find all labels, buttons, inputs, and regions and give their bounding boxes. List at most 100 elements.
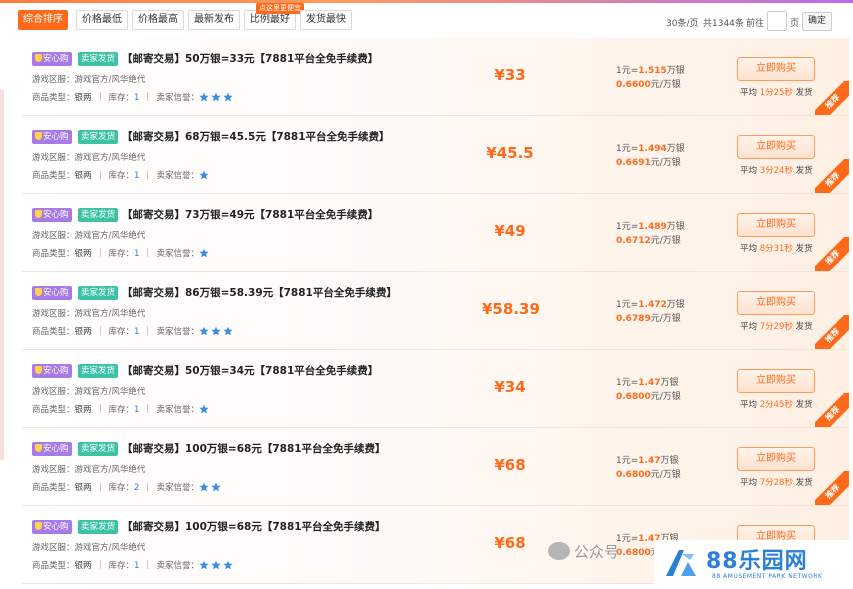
listing-title[interactable]: 【邮寄交易】50万银=34元【7881平台全免手续费】 bbox=[122, 364, 378, 378]
server-info: 游戏区服：游戏官方/风华绝代 bbox=[32, 231, 146, 241]
seller-ship-badge: 卖家发货 bbox=[78, 442, 119, 456]
rate-value: 1.494 bbox=[638, 144, 667, 154]
listing-title[interactable]: 【邮寄交易】68万银=45.5元【7881平台全免手续费】 bbox=[122, 130, 390, 144]
star-icon bbox=[223, 92, 233, 102]
listing-row[interactable]: 安心购 卖家发货 【邮寄交易】50万银=34元【7881平台全免手续费】 游戏区服：游… bbox=[22, 350, 849, 428]
listing-row[interactable]: 安心购 卖家发货 【邮寄交易】73万银=49元【7881平台全免手续费】 游戏区服：游… bbox=[22, 194, 849, 272]
server-info: 游戏区服：游戏官方/风华绝代 bbox=[32, 543, 146, 553]
seller-ship-badge: 卖家发货 bbox=[78, 364, 119, 378]
server-value: 游戏官方/风华绝代 bbox=[74, 309, 146, 319]
star-icon bbox=[211, 482, 221, 492]
stock-value: 1 bbox=[134, 561, 140, 571]
divider bbox=[99, 560, 101, 569]
divider bbox=[147, 482, 149, 491]
stock-value: 1 bbox=[134, 171, 140, 181]
seller-credit-stars bbox=[199, 326, 235, 337]
recommend-ribbon: 推荐 bbox=[815, 81, 849, 115]
shield-icon bbox=[35, 54, 42, 62]
promo-tag: 点这里更便宜 bbox=[256, 3, 304, 14]
safe-purchase-badge: 安心购 bbox=[32, 208, 72, 222]
star-icon bbox=[199, 404, 209, 414]
listing-row[interactable]: 安心购 卖家发货 【邮寄交易】100万银=68元【7881平台全免手续费】 游戏区服：… bbox=[22, 428, 849, 506]
buy-now-button[interactable]: 立即购买 bbox=[737, 447, 815, 471]
buy-now-button[interactable]: 立即购买 bbox=[737, 135, 815, 159]
divider bbox=[99, 404, 101, 413]
stock-value: 1 bbox=[134, 327, 140, 337]
shield-icon bbox=[35, 444, 42, 452]
item-type-value: 银两 bbox=[74, 327, 92, 337]
shield-icon bbox=[35, 132, 42, 140]
exchange-rate: 1元=1.47万银0.6800元/万银 bbox=[616, 456, 681, 480]
divider bbox=[99, 482, 101, 491]
seller-ship-badge: 卖家发货 bbox=[78, 520, 119, 534]
rate-value: 1.472 bbox=[638, 300, 667, 310]
buy-now-button[interactable]: 立即购买 bbox=[737, 57, 815, 81]
avg-ship-time: 平均 8分31秒 发货 bbox=[740, 244, 813, 254]
seller-credit-stars bbox=[199, 482, 223, 493]
unit-price-value: 0.6800 bbox=[616, 392, 651, 402]
item-type-value: 银两 bbox=[74, 405, 92, 415]
listing-title[interactable]: 【邮寄交易】100万银=68元【7881平台全免手续费】 bbox=[122, 442, 386, 456]
total-count: 共1344条 bbox=[703, 19, 744, 29]
divider bbox=[99, 170, 101, 179]
star-icon bbox=[211, 326, 221, 336]
unit-price-value: 0.6691 bbox=[616, 158, 651, 168]
unit-price-value: 0.6800 bbox=[616, 470, 651, 480]
listing-row[interactable]: 安心购 卖家发货 【邮寄交易】68万银=45.5元【7881平台全免手续费】 游戏区服… bbox=[22, 116, 849, 194]
logo-mark-icon bbox=[666, 550, 696, 576]
rate-value: 1.515 bbox=[638, 66, 667, 76]
wechat-watermark: 公众号 bbox=[548, 541, 619, 562]
sort-toolbar: 综合排序 价格最低 价格最高 最新发布 比例最好 点这里更便宜 发货最快 30条… bbox=[0, 3, 853, 37]
item-meta: 商品类型：银两 库存：1 卖家信誉： bbox=[32, 91, 235, 103]
seller-credit-stars bbox=[199, 248, 211, 259]
star-icon bbox=[199, 170, 209, 180]
recommend-ribbon: 推荐 bbox=[815, 315, 849, 349]
sort-tab-newest[interactable]: 最新发布 bbox=[188, 10, 240, 30]
page-number-input[interactable] bbox=[767, 11, 787, 31]
server-value: 游戏官方/风华绝代 bbox=[74, 231, 146, 241]
safe-purchase-badge: 安心购 bbox=[32, 442, 72, 456]
server-info: 游戏区服：游戏官方/风华绝代 bbox=[32, 387, 146, 397]
avg-ship-time: 平均 7分28秒 发货 bbox=[740, 478, 813, 488]
divider bbox=[147, 560, 149, 569]
item-meta: 商品类型：银两 库存：1 卖家信誉： bbox=[32, 247, 211, 259]
shield-icon bbox=[35, 522, 42, 530]
buy-now-button[interactable]: 立即购买 bbox=[737, 213, 815, 237]
recommend-ribbon: 推荐 bbox=[815, 159, 849, 193]
listing-title[interactable]: 【邮寄交易】73万银=49元【7881平台全免手续费】 bbox=[122, 208, 378, 222]
confirm-page-button[interactable]: 确定 bbox=[802, 12, 832, 31]
seller-credit-stars bbox=[199, 404, 211, 415]
listing-title[interactable]: 【邮寄交易】50万银=33元【7881平台全免手续费】 bbox=[122, 52, 378, 66]
item-meta: 商品类型：银两 库存：2 卖家信誉： bbox=[32, 481, 223, 493]
per-page-label[interactable]: 30条/页 bbox=[666, 16, 699, 29]
listing-row[interactable]: 安心购 卖家发货 【邮寄交易】86万银=58.39元【7881平台全免手续费】 游戏区… bbox=[22, 272, 849, 350]
sort-tab-price-high[interactable]: 价格最高 bbox=[132, 10, 184, 30]
safe-purchase-badge: 安心购 bbox=[32, 130, 72, 144]
divider bbox=[147, 248, 149, 257]
listing-price: ¥45.5 bbox=[486, 144, 534, 162]
sort-tab-comprehensive[interactable]: 综合排序 bbox=[18, 10, 68, 30]
server-value: 游戏官方/风华绝代 bbox=[74, 153, 146, 163]
buy-now-button[interactable]: 立即购买 bbox=[737, 369, 815, 393]
safe-purchase-badge: 安心购 bbox=[32, 520, 72, 534]
page-unit-label: 页 bbox=[790, 19, 800, 29]
server-value: 游戏官方/风华绝代 bbox=[74, 75, 146, 85]
star-icon bbox=[199, 482, 209, 492]
buy-now-button[interactable]: 立即购买 bbox=[737, 291, 815, 315]
shield-icon bbox=[35, 288, 42, 296]
left-edge-strip bbox=[0, 90, 4, 460]
listing-title[interactable]: 【邮寄交易】100万银=68元【7881平台全免手续费】 bbox=[122, 520, 386, 534]
listing-row[interactable]: 安心购 卖家发货 【邮寄交易】50万银=33元【7881平台全免手续费】 游戏区服：游… bbox=[22, 38, 849, 116]
sort-tab-price-low[interactable]: 价格最低 bbox=[76, 10, 128, 30]
listing-title[interactable]: 【邮寄交易】86万银=58.39元【7881平台全免手续费】 bbox=[122, 286, 397, 300]
recommend-ribbon: 推荐 bbox=[815, 471, 849, 505]
sort-tab-fastest[interactable]: 发货最快 bbox=[300, 10, 352, 30]
exchange-rate: 1元=1.47万银0.6800元/万银 bbox=[616, 378, 681, 402]
listing-price: ¥49 bbox=[494, 222, 526, 240]
item-type-value: 银两 bbox=[74, 561, 92, 571]
divider bbox=[99, 92, 101, 101]
seller-credit-stars bbox=[199, 92, 235, 103]
item-type-value: 银两 bbox=[74, 483, 92, 493]
seller-ship-badge: 卖家发货 bbox=[78, 286, 119, 300]
seller-ship-badge: 卖家发货 bbox=[78, 52, 119, 66]
